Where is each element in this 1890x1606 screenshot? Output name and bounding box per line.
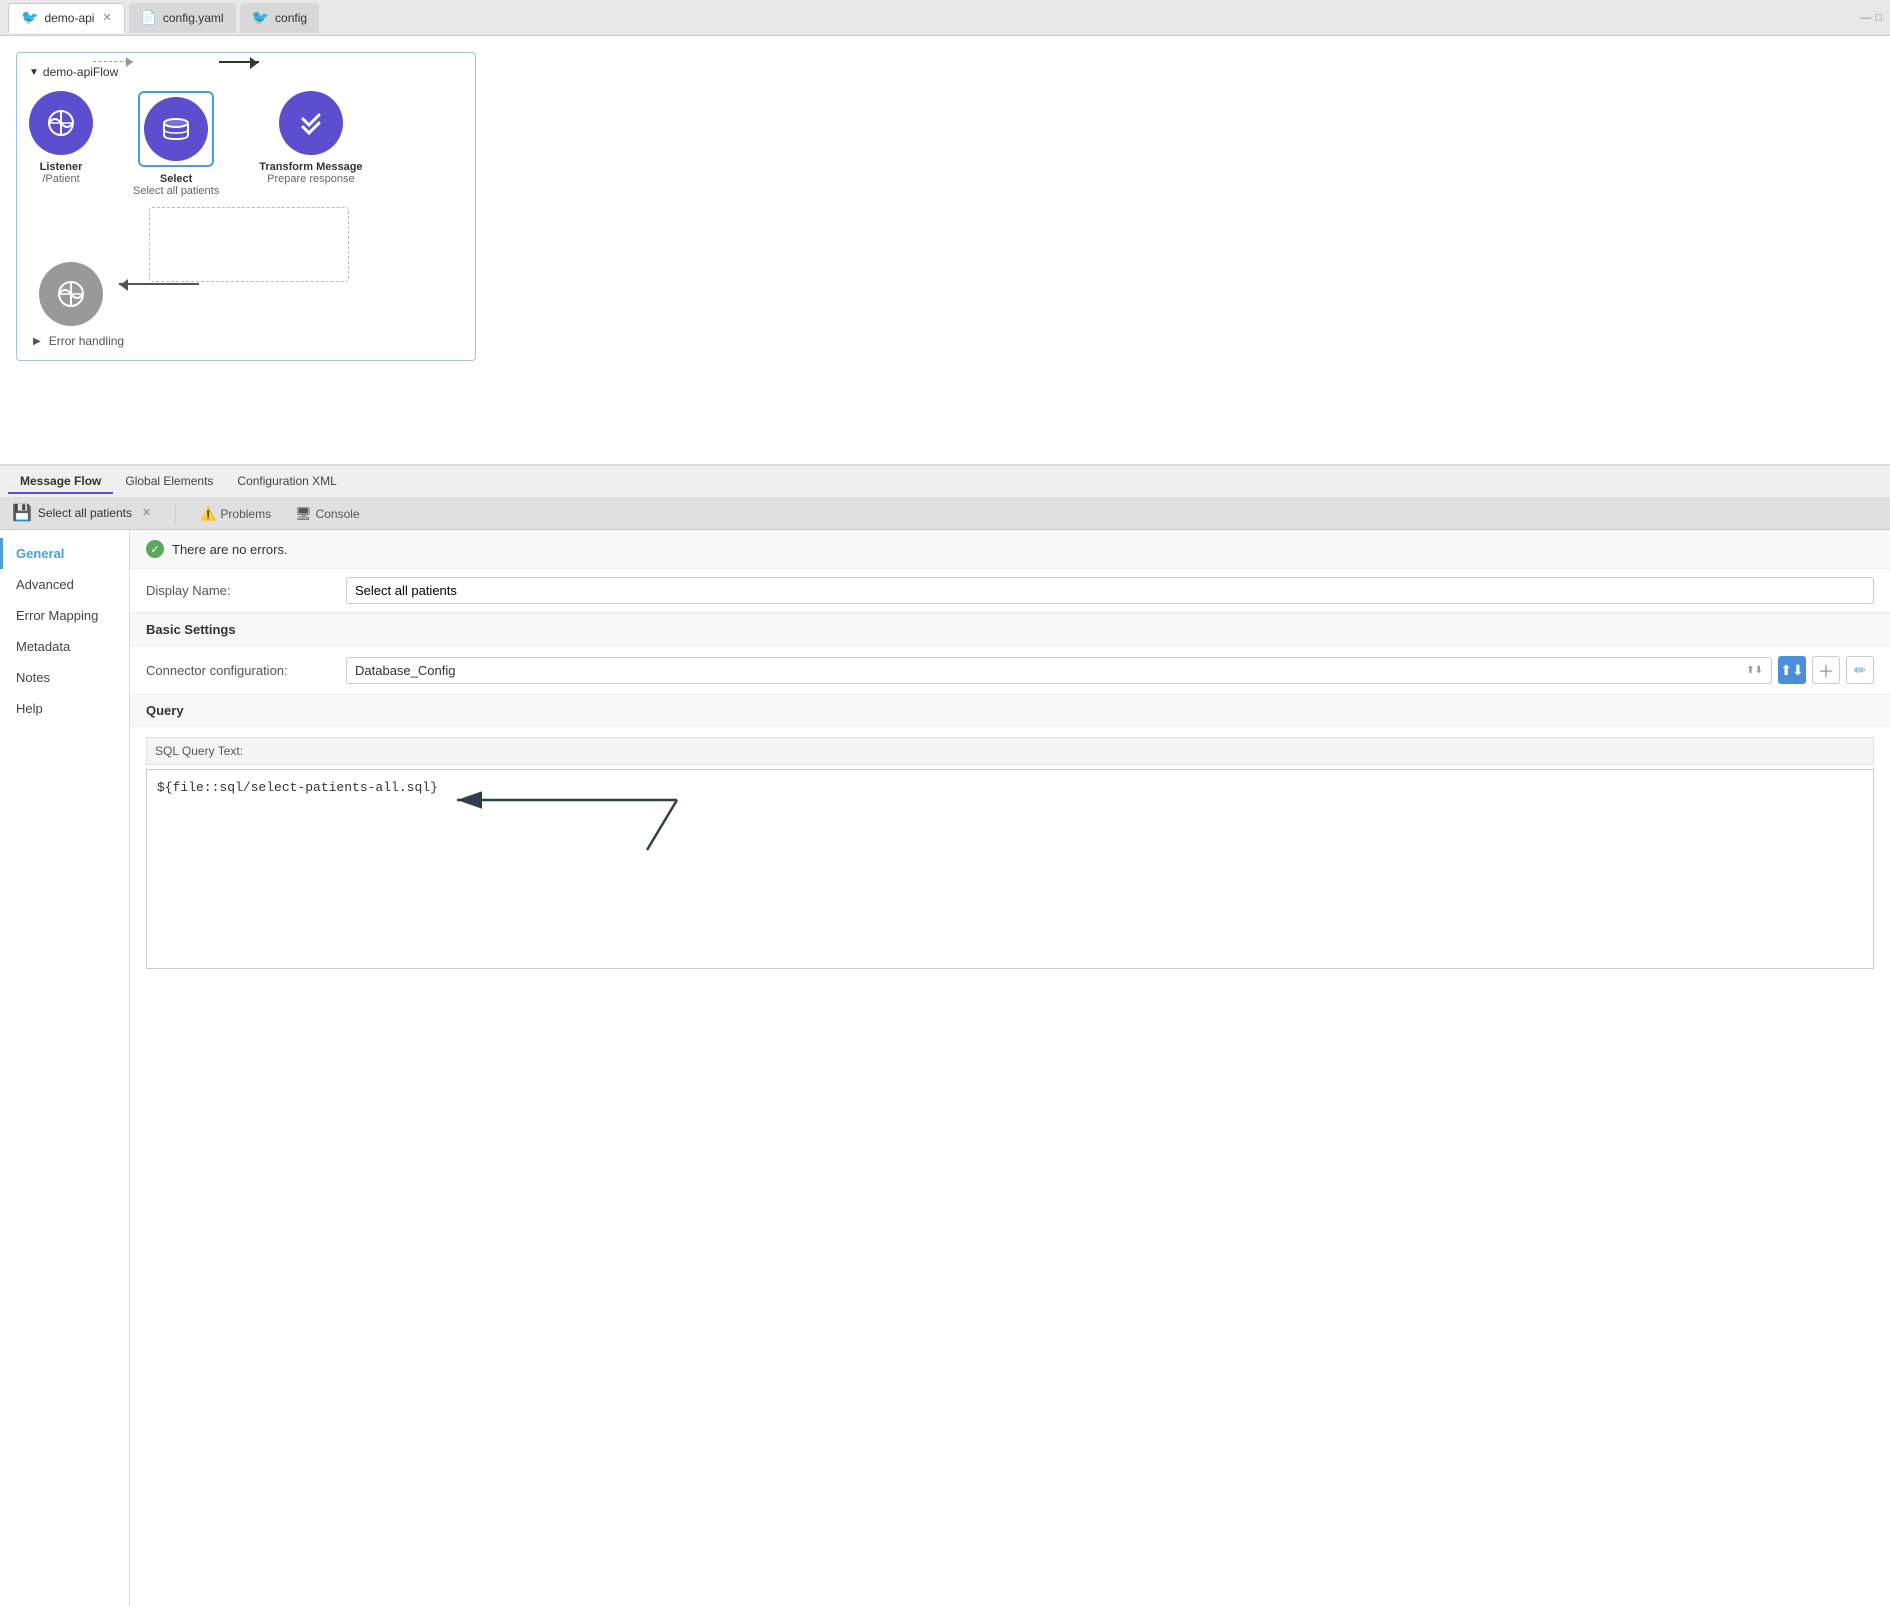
problems-icon: ⚠️ <box>200 506 216 522</box>
divider <box>175 504 176 524</box>
return-circle <box>39 262 103 326</box>
tab-message-flow[interactable]: Message Flow <box>8 470 113 494</box>
flow-title-text: demo-apiFlow <box>43 65 118 79</box>
select-node-selected-border <box>138 91 214 167</box>
display-name-input[interactable] <box>346 577 1874 604</box>
display-name-label: Display Name: <box>146 583 346 598</box>
tab-demo-api[interactable]: 🐦 demo-api ✕ <box>8 3 125 33</box>
connector-add-button[interactable]: ＋ <box>1812 656 1840 684</box>
error-section: ▶ Error handling <box>33 334 463 348</box>
sql-code: ${file::sql/select-patients-all.sql} <box>157 780 438 795</box>
tab-global-elements[interactable]: Global Elements <box>113 470 225 494</box>
panel-wrapper: 💾 Select all patients ✕ ⚠️ Problems 🖥 Co… <box>0 498 1890 1606</box>
listener-label: Listener /Patient <box>40 161 83 185</box>
return-node[interactable] <box>39 262 103 326</box>
tab-configuration-xml[interactable]: Configuration XML <box>225 470 348 494</box>
listener-node[interactable]: Listener /Patient <box>29 91 93 185</box>
tab-close-icon[interactable]: ✕ <box>102 11 111 24</box>
properties-area: 💾 Select all patients ✕ ⚠️ Problems 🖥 Co… <box>0 498 1890 1606</box>
error-banner: ✓ There are no errors. <box>130 530 1890 569</box>
panel-title-tab[interactable]: 💾 Select all patients ✕ <box>8 498 155 530</box>
return-arrow <box>119 283 199 285</box>
canvas-inner: Listener /Patient <box>29 91 463 348</box>
nav-item-notes[interactable]: Notes <box>0 662 129 693</box>
nav-item-error-mapping[interactable]: Error Mapping <box>0 600 129 631</box>
database-panel-icon: 💾 <box>12 503 32 523</box>
flow-canvas: ▼ demo-apiFlow <box>0 36 1890 466</box>
sql-label: SQL Query Text: <box>146 737 1874 765</box>
nav-item-help[interactable]: Help <box>0 693 129 724</box>
connector-select-wrapper: Database_Config ⬆⬇ ⬆⬇ ＋ ✏ <box>346 656 1874 684</box>
tab-console[interactable]: 🖥 Console <box>291 498 364 530</box>
panel-title: Select all patients <box>38 506 132 520</box>
connector-arrow-button[interactable]: ⬆⬇ <box>1778 656 1806 684</box>
console-icon: 🖥 <box>295 506 312 522</box>
connector-dashed-1 <box>93 61 133 62</box>
panel-close-icon[interactable]: ✕ <box>142 506 151 519</box>
transform-node[interactable]: Transform Message Prepare response <box>259 91 362 185</box>
flow-collapse-arrow[interactable]: ▼ <box>29 67 39 78</box>
transform-node-wrapper: Transform Message Prepare response <box>259 91 362 185</box>
bird-icon: 🐦 <box>21 9 38 26</box>
tab-problems[interactable]: ⚠️ Problems <box>196 498 275 530</box>
transform-circle <box>279 91 343 155</box>
tab-config-yaml[interactable]: 📄 config.yaml <box>129 3 236 33</box>
sql-section: SQL Query Text: ${file::sql/select-patie… <box>130 727 1890 969</box>
nav-sidebar: General Advanced Error Mapping Metadata … <box>0 530 130 1606</box>
sql-editor[interactable]: ${file::sql/select-patients-all.sql} <box>146 769 1874 969</box>
main-content: ▼ demo-apiFlow <box>0 36 1890 1606</box>
lower-row <box>29 262 463 326</box>
window-controls: — □ <box>1860 12 1882 24</box>
error-handling-label: Error handling <box>49 334 124 348</box>
nav-item-metadata[interactable]: Metadata <box>0 631 129 662</box>
form-area: ✓ There are no errors. Display Name: Bas… <box>130 530 1890 1606</box>
nav-item-advanced[interactable]: Advanced <box>0 569 129 600</box>
select-circle <box>144 97 208 161</box>
basic-settings-header: Basic Settings <box>130 613 1890 646</box>
flow-title: ▼ demo-apiFlow <box>29 65 463 79</box>
bottom-tabs-bar: Message Flow Global Elements Configurati… <box>0 466 1890 498</box>
tab-config[interactable]: 🐦 config <box>240 3 319 33</box>
connector-select[interactable]: Database_Config ⬆⬇ <box>346 657 1772 684</box>
panel-header: 💾 Select all patients ✕ ⚠️ Problems 🖥 Co… <box>0 498 1890 530</box>
select-node[interactable]: Select Select all patients <box>133 91 219 197</box>
nav-item-general[interactable]: General <box>0 538 129 569</box>
connector-value: Database_Config <box>355 663 455 678</box>
nodes-row: Listener /Patient <box>29 91 463 197</box>
file-icon: 📄 <box>141 10 157 26</box>
query-header: Query <box>130 694 1890 727</box>
connector-dropdown-icon: ⬆⬇ <box>1746 665 1763 676</box>
connector-config-row: Connector configuration: Database_Config… <box>130 646 1890 694</box>
tab-config-yaml-label: config.yaml <box>163 11 224 25</box>
flow-container: ▼ demo-apiFlow <box>16 52 476 361</box>
bird2-icon: 🐦 <box>252 9 269 26</box>
select-label: Select Select all patients <box>133 173 219 197</box>
select-node-wrapper: Select Select all patients <box>133 91 219 197</box>
error-toggle-arrow[interactable]: ▶ <box>33 336 41 347</box>
tab-demo-api-label: demo-api <box>44 11 94 25</box>
connector-edit-button[interactable]: ✏ <box>1846 656 1874 684</box>
query-section: Query SQL Query Text: ${file::sql/select… <box>130 694 1890 969</box>
listener-circle <box>29 91 93 155</box>
display-name-row: Display Name: <box>130 569 1890 613</box>
arrow-annotation <box>397 790 697 870</box>
tab-bar: 🐦 demo-api ✕ 📄 config.yaml 🐦 config — □ <box>0 0 1890 36</box>
error-message: There are no errors. <box>172 542 288 557</box>
listener-node-wrapper: Listener /Patient <box>29 91 93 185</box>
transform-label: Transform Message Prepare response <box>259 161 362 185</box>
panel-body: General Advanced Error Mapping Metadata … <box>0 530 1890 1606</box>
tab-config-label: config <box>275 11 307 25</box>
connector-solid-1 <box>219 61 259 63</box>
check-green-icon: ✓ <box>146 540 164 558</box>
connector-config-label: Connector configuration: <box>146 663 346 678</box>
